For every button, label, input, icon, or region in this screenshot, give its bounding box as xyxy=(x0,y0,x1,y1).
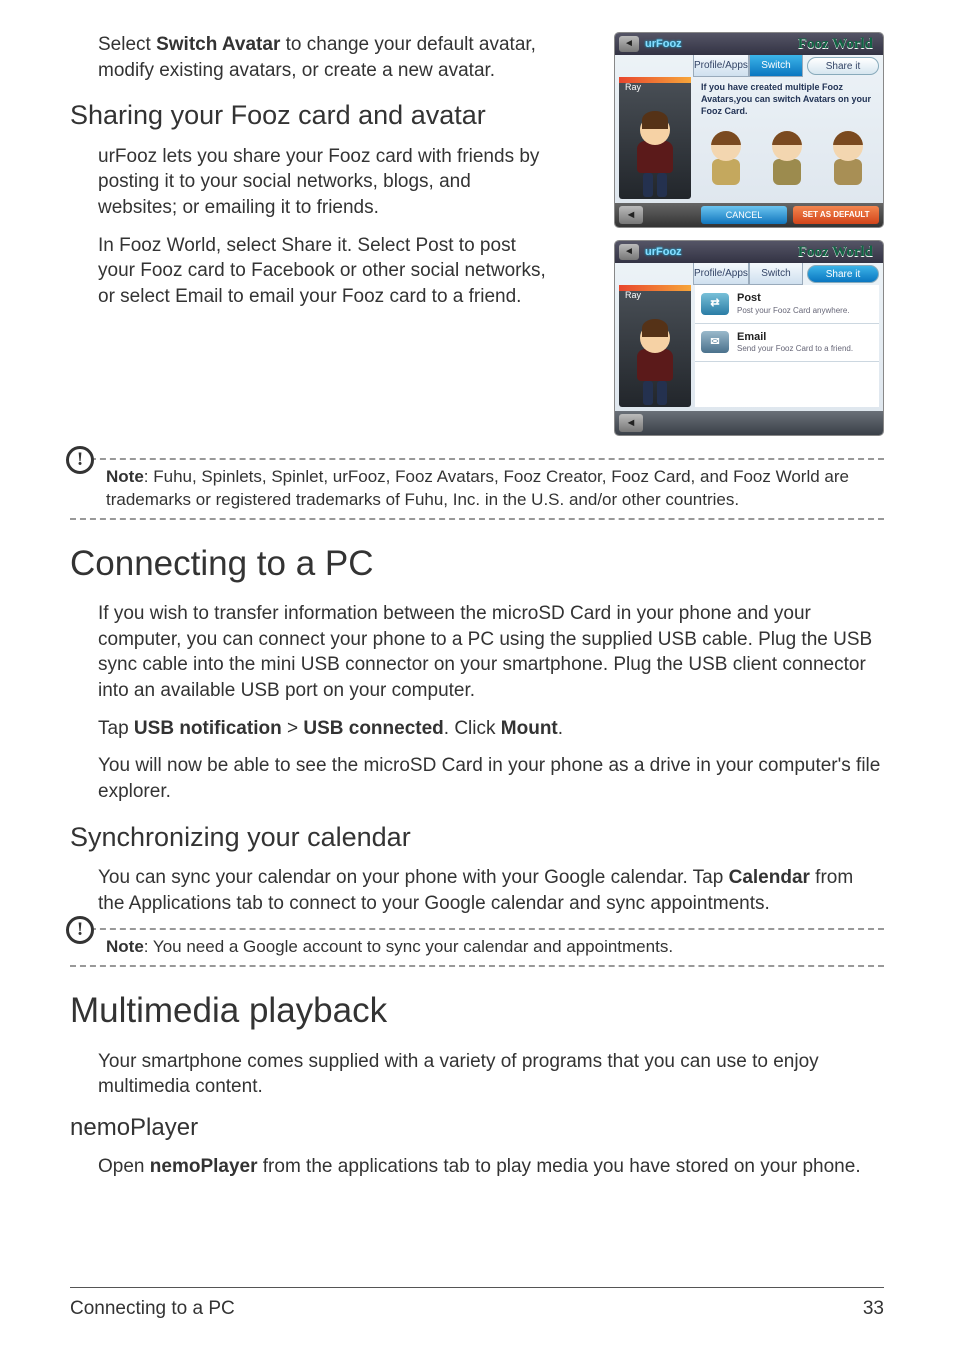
share-post-item: ⇄ Post Post your Fooz Card anywhere. xyxy=(695,285,879,324)
post-sub: Post your Fooz Card anywhere. xyxy=(737,306,850,317)
tab-share-it: Share it xyxy=(807,57,879,75)
para-connecting-1: If you wish to transfer information betw… xyxy=(98,601,884,704)
tab-share-it: Share it xyxy=(807,265,879,283)
footer-back-icon: ◄ xyxy=(619,206,643,224)
para-sharing-1: urFooz lets you share your Fooz card wit… xyxy=(98,144,548,221)
footer-page-number: 33 xyxy=(863,1296,884,1322)
heading-multimedia: Multimedia playback xyxy=(70,987,884,1034)
text: You can sync your calendar on your phone… xyxy=(98,867,729,888)
avatar-option xyxy=(822,123,875,197)
urfooz-logo: urFooz xyxy=(645,37,682,52)
bold-usb-notification: USB notification xyxy=(134,718,282,739)
alert-icon: ! xyxy=(66,916,94,944)
avatar-option xyxy=(760,123,813,197)
back-icon: ◄ xyxy=(619,244,639,260)
screenshot-switch-avatar: ◄ urFooz Fooz World Profile/Apps Switch … xyxy=(614,32,884,228)
avatar-name: Ray xyxy=(625,289,641,301)
urfooz-logo: urFooz xyxy=(645,245,682,260)
tab-switch-avatar: Switch Avatar xyxy=(749,263,803,285)
alert-icon: ! xyxy=(66,446,94,474)
avatar-preview: Ray xyxy=(619,77,691,199)
note-text: : Fuhu, Spinlets, Spinlet, urFooz, Fooz … xyxy=(106,467,849,509)
tab-profile-apps: Profile/Apps xyxy=(693,55,749,77)
bold-switch-avatar: Switch Avatar xyxy=(156,34,280,55)
para-sharing-2: In Fooz World, select Share it. Select P… xyxy=(98,233,548,310)
avatar-name: Ray xyxy=(625,81,641,93)
footer-section-title: Connecting to a PC xyxy=(70,1296,235,1322)
note-google-account: ! Note: You need a Google account to syn… xyxy=(70,928,884,967)
email-sub: Send your Fooz Card to a friend. xyxy=(737,344,853,355)
text: . xyxy=(558,718,563,739)
para-sync-1: You can sync your calendar on your phone… xyxy=(98,865,884,916)
note-label: Note xyxy=(106,937,144,956)
para-connecting-2: Tap USB notification > USB connected. Cl… xyxy=(98,716,884,742)
tab-profile-apps: Profile/Apps xyxy=(693,263,749,285)
text: Open xyxy=(98,1156,150,1177)
fooz-world-title: Fooz World xyxy=(798,34,873,54)
post-label: Post xyxy=(737,291,850,306)
text: Tap xyxy=(98,718,134,739)
share-email-item: ✉ Email Send your Fooz Card to a friend. xyxy=(695,324,879,363)
text: from the applications tab to play media … xyxy=(258,1156,861,1177)
bold-nemoplayer: nemoPlayer xyxy=(150,1156,258,1177)
switch-avatar-hint: If you have created multiple Fooz Avatar… xyxy=(695,77,879,121)
note-trademarks: ! Note: Fuhu, Spinlets, Spinlet, urFooz,… xyxy=(70,458,884,520)
text: . Click xyxy=(444,718,501,739)
fooz-world-title: Fooz World xyxy=(798,242,873,262)
email-icon: ✉ xyxy=(701,331,729,353)
note-text: : You need a Google account to sync your… xyxy=(144,937,673,956)
avatar-preview: Ray xyxy=(619,285,691,407)
bold-mount: Mount xyxy=(501,718,558,739)
para-nemo-1: Open nemoPlayer from the applications ta… xyxy=(98,1154,884,1180)
post-icon: ⇄ xyxy=(701,293,729,315)
heading-connecting: Connecting to a PC xyxy=(70,540,884,587)
tab-switch-avatar: Switch Avatar xyxy=(749,55,803,77)
para-multimedia-1: Your smartphone comes supplied with a va… xyxy=(98,1049,884,1100)
cancel-button: CANCEL xyxy=(701,206,787,224)
email-label: Email xyxy=(737,330,853,345)
heading-nemoplayer: nemoPlayer xyxy=(70,1112,884,1144)
text: > xyxy=(282,718,298,739)
heading-sync-calendar: Synchronizing your calendar xyxy=(70,819,884,855)
bold-calendar: Calendar xyxy=(729,867,810,888)
back-icon: ◄ xyxy=(619,36,639,52)
set-default-button: SET AS DEFAULT xyxy=(793,206,879,224)
screenshot-share-it: ◄ urFooz Fooz World Profile/Apps Switch … xyxy=(614,240,884,436)
para-connecting-3: You will now be able to see the microSD … xyxy=(98,753,884,804)
para-switch-avatar: Select Switch Avatar to change your defa… xyxy=(98,32,548,83)
avatar-option xyxy=(699,123,752,197)
footer-back-icon: ◄ xyxy=(619,414,643,432)
note-label: Note xyxy=(106,467,144,486)
bold-usb-connected: USB connected xyxy=(298,718,444,739)
